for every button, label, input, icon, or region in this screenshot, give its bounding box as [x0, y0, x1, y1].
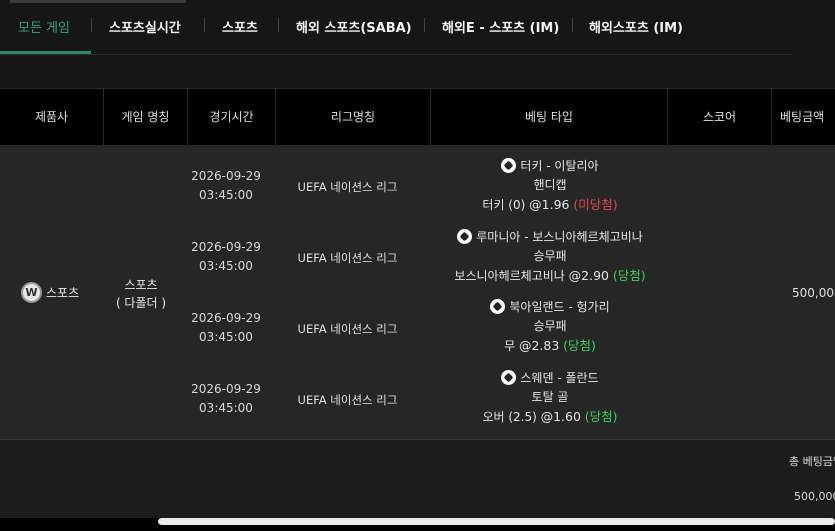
odds: @1.60: [540, 409, 581, 424]
provider-logo-icon: W: [21, 282, 42, 303]
match-time: 03:45:00: [199, 188, 253, 202]
tab-sports[interactable]: 스포츠: [222, 17, 258, 36]
tab-overseas-saba[interactable]: 해외 스포츠(SABA): [296, 17, 412, 36]
table-header: 제품사 게임 명칭 경기시간 리그명칭 베팅 타입 스코어 베팅금액: [0, 88, 835, 145]
tab-sports-live[interactable]: 스포츠실시간: [109, 17, 181, 36]
tab-all-games[interactable]: 모든 게임: [18, 17, 70, 36]
match-teams: 루마니아 - 보스니아헤르체고비나: [476, 230, 643, 244]
header-game-name: 게임 명칭: [104, 89, 188, 145]
pick: 무: [504, 339, 516, 353]
header-match-time: 경기시간: [188, 89, 276, 145]
pick-line: 터키 (0) @1.96 (미당첨): [432, 195, 668, 215]
header-bet-type: 베팅 타입: [431, 89, 668, 145]
match-date: 2026-09-29: [191, 382, 261, 396]
match-time-cell: 2026-09-29 03:45:00: [176, 309, 276, 347]
soccer-ball-icon: [501, 370, 517, 385]
pick-line: 무 @2.83 (당첨): [432, 336, 668, 356]
bet-type: 핸디캡: [533, 178, 567, 192]
odds: @2.90: [568, 268, 609, 283]
tab-separator: [91, 18, 92, 32]
pick: 보스니아헤르체고비나: [454, 269, 565, 283]
game-name: 스포츠: [124, 278, 158, 292]
result-badge: (당첨): [612, 268, 646, 283]
provider-name: 스포츠: [46, 286, 80, 300]
result-badge: (당첨): [563, 338, 596, 353]
match-line: 터키 - 이탈리아: [432, 157, 668, 176]
tab-separator: [424, 18, 425, 32]
bet-detail-cell: 터키 - 이탈리아 핸디캡 터키 (0) @1.96 (미당첨): [432, 157, 668, 215]
active-tab-indicator: [0, 51, 91, 54]
soccer-ball-icon: [501, 158, 517, 173]
match-teams: 스웨덴 - 폴란드: [520, 371, 599, 385]
match-line: 스웨덴 - 폴란드: [432, 369, 668, 388]
pick: 터키 (0): [482, 198, 526, 212]
tab-overseas-sports-im[interactable]: 해외스포츠 (IM): [589, 17, 683, 36]
game-tabs: 모든 게임 스포츠실시간 스포츠 해외 스포츠(SABA) 해외E - 스포츠 …: [0, 0, 792, 55]
header-score: 스코어: [668, 89, 772, 145]
match-date: 2026-09-29: [191, 311, 261, 325]
bet-amount: 500,000: [792, 286, 835, 300]
match-line: 북아일랜드 - 헝가리: [432, 298, 668, 317]
pick-line: 오버 (2.5) @1.60 (당첨): [432, 407, 668, 427]
tab-overseas-esports-im[interactable]: 해외E - 스포츠 (IM): [442, 17, 559, 36]
match-time-cell: 2026-09-29 03:45:00: [176, 380, 276, 418]
total-bet-label: 총 베팅금액: [789, 455, 835, 468]
game-type: ( 다폴더 ): [115, 296, 167, 310]
bet-detail-cell: 스웨덴 - 폴란드 토탈 골 오버 (2.5) @1.60 (당첨): [432, 369, 668, 427]
soccer-ball-icon: [457, 229, 473, 244]
league-name: UEFA 네이션스 리그: [297, 180, 398, 194]
provider-cell: W 스포츠: [21, 282, 79, 303]
odds: @2.83: [518, 338, 560, 353]
tab-separator: [572, 18, 573, 32]
bet-detail-cell: 북아일랜드 - 헝가리 승무패 무 @2.83 (당첨): [432, 298, 668, 356]
total-bet-value: 500,000: [794, 490, 835, 503]
match-teams: 터키 - 이탈리아: [520, 159, 599, 173]
scrollbar-thumb[interactable]: [158, 518, 835, 525]
match-line: 루마니아 - 보스니아헤르체고비나: [432, 228, 668, 247]
match-time-cell: 2026-09-29 03:45:00: [176, 238, 276, 276]
table-footer: [0, 440, 835, 518]
league-name: UEFA 네이션스 리그: [297, 393, 398, 407]
tab-separator: [278, 18, 279, 32]
pick-line: 보스니아헤르체고비나 @2.90 (당첨): [432, 266, 668, 286]
header-provider: 제품사: [0, 89, 104, 145]
result-badge: (미당첨): [573, 197, 618, 212]
match-date: 2026-09-29: [191, 169, 261, 183]
bet-type: 토탈 골: [531, 390, 569, 404]
match-time: 03:45:00: [199, 330, 253, 344]
header-league-name: 리그명칭: [276, 89, 431, 145]
header-bet-amount: 베팅금액: [780, 110, 825, 124]
pick: 오버 (2.5): [482, 410, 537, 424]
soccer-ball-icon: [490, 299, 506, 314]
tab-separator: [204, 18, 205, 32]
result-badge: (당첨): [584, 409, 618, 424]
match-time-cell: 2026-09-29 03:45:00: [176, 167, 276, 205]
league-name: UEFA 네이션스 리그: [297, 251, 398, 265]
match-time: 03:45:00: [199, 401, 253, 415]
odds: @1.96: [529, 197, 570, 212]
bet-detail-cell: 루마니아 - 보스니아헤르체고비나 승무패 보스니아헤르체고비나 @2.90 (…: [432, 228, 668, 286]
match-teams: 북아일랜드 - 헝가리: [509, 300, 610, 314]
league-name: UEFA 네이션스 리그: [297, 322, 398, 336]
bet-type: 승무패: [533, 249, 567, 263]
game-name-cell: 스포츠 ( 다폴더 ): [104, 276, 178, 312]
match-time: 03:45:00: [199, 259, 253, 273]
bet-type: 승무패: [533, 319, 567, 333]
match-date: 2026-09-29: [191, 240, 261, 254]
